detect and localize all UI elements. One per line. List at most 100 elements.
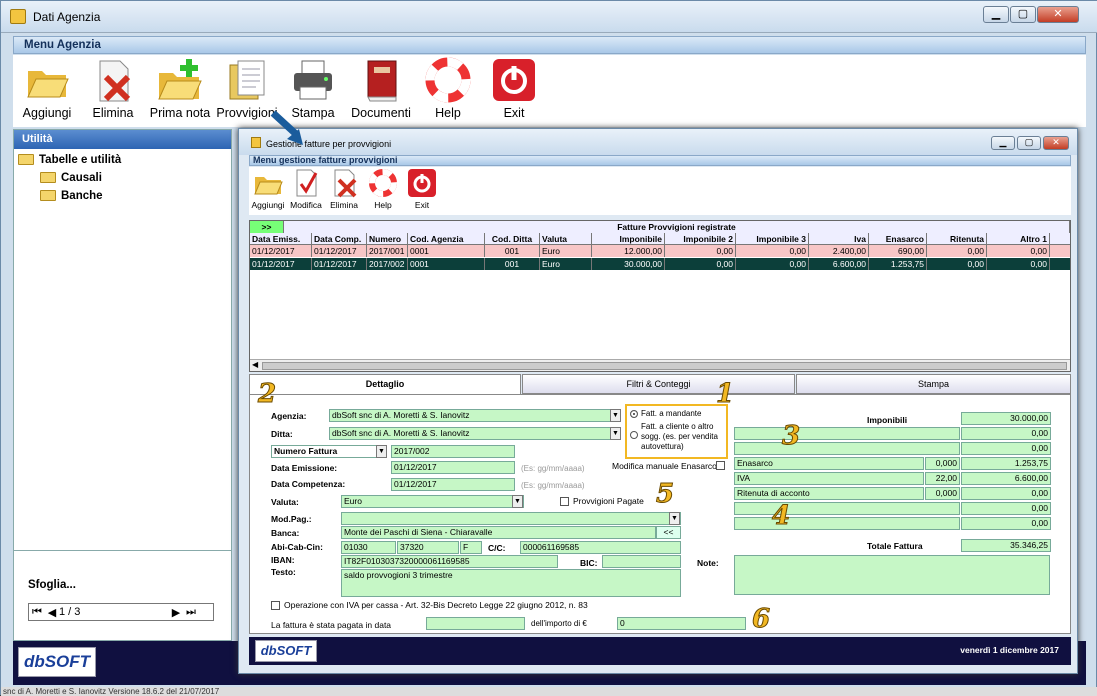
note-area[interactable] <box>734 555 1050 595</box>
cin-field[interactable]: F <box>460 541 482 554</box>
valuta-select[interactable]: Euro <box>341 495 524 508</box>
inner-minimize-button[interactable]: ▁ <box>991 136 1015 150</box>
competenza-label: Data Competenza: <box>271 479 346 489</box>
scroll-left-icon[interactable]: ◀ <box>252 360 258 369</box>
add-folder-icon <box>157 57 203 103</box>
extra-2-value[interactable]: 0,00 <box>961 517 1051 530</box>
table-cell: Euro <box>540 258 592 270</box>
inner-aggiungi-button[interactable]: Aggiungi <box>249 167 287 210</box>
tab-dettaglio[interactable]: Dettaglio <box>249 374 521 394</box>
dbsoft-logo: dbSOFT <box>255 640 317 662</box>
modpag-select[interactable] <box>341 512 681 525</box>
column-header: Cod. Agenzia <box>408 233 485 245</box>
testo-area[interactable]: saldo provvogioni 3 trimestre <box>341 569 681 597</box>
imponibile-3[interactable]: 0,00 <box>961 442 1051 455</box>
power-icon <box>491 57 537 103</box>
bic-field[interactable] <box>602 555 681 568</box>
first-record-button[interactable]: ⏮ <box>29 606 45 619</box>
numero-select[interactable]: Numero Fattura <box>271 445 387 458</box>
pagata-field[interactable] <box>426 617 525 630</box>
tab-filtri[interactable]: Filtri & Conteggi <box>522 374 795 394</box>
open-folder-icon <box>253 168 283 198</box>
agenzia-select[interactable]: dbSoft snc di A. Moretti & S. Ianovitz <box>329 409 621 422</box>
prima-nota-button[interactable]: Prima nota <box>146 55 214 127</box>
extra-2-desc[interactable] <box>734 517 960 530</box>
imponibile-2-desc[interactable] <box>734 427 960 440</box>
chevron-down-icon[interactable]: ▼ <box>512 495 523 508</box>
utilities-header: Utilità <box>14 130 231 149</box>
iva-value[interactable]: 6.600,00 <box>961 472 1051 485</box>
abi-label: Abi-Cab-Cin: <box>271 542 323 552</box>
inner-exit-button[interactable]: Exit <box>403 167 441 210</box>
exit-button[interactable]: Exit <box>480 55 548 127</box>
chevron-down-icon[interactable]: ▼ <box>669 512 680 525</box>
power-icon <box>407 168 437 198</box>
emissione-field[interactable]: 01/12/2017 <box>391 461 515 474</box>
minimize-button[interactable]: ▁ <box>983 6 1009 23</box>
inner-maximize-button[interactable]: ▢ <box>1017 136 1041 150</box>
prev-record-button[interactable]: ◀ <box>45 606 59 619</box>
table-row-selected[interactable]: 01/12/2017 01/12/2017 2017/002 0001 001 Euro 3… <box>250 258 1070 270</box>
last-record-button[interactable]: ⏭ <box>183 606 199 619</box>
scroll-thumb[interactable] <box>262 362 1067 370</box>
chevron-down-icon[interactable]: ▼ <box>610 409 621 422</box>
tree-root[interactable]: Tabelle e utilità <box>18 154 121 166</box>
column-header: Valuta <box>540 233 592 245</box>
browse-panel: Sfoglia... ⏮ ◀ 1 / 3 ▶ ⏭ <box>13 550 232 641</box>
expand-button[interactable]: >> <box>250 221 284 233</box>
main-toolbar: Aggiungi Elimina Prima nota Provvigioni … <box>13 55 1086 127</box>
tree-item-causali[interactable]: Causali <box>40 172 102 184</box>
imponibile-3-desc[interactable] <box>734 442 960 455</box>
inner-elimina-button[interactable]: Elimina <box>325 167 363 210</box>
enasarco-rate[interactable]: 0,000 <box>925 457 960 470</box>
ritenuta-rate[interactable]: 0,000 <box>925 487 960 500</box>
competenza-field[interactable]: 01/12/2017 <box>391 478 515 491</box>
tree-item-banche[interactable]: Banche <box>40 190 103 202</box>
iva-cassa-checkbox[interactable] <box>271 601 280 610</box>
modifica-enasarco-checkbox[interactable] <box>716 461 725 470</box>
abi-field[interactable]: 01030 <box>341 541 396 554</box>
grid-scrollbar[interactable]: ◀ <box>250 359 1070 371</box>
chevron-down-icon[interactable]: ▼ <box>376 445 387 458</box>
ditta-select[interactable]: dbSoft snc di A. Moretti & S. Ianovitz <box>329 427 621 440</box>
iva-rate[interactable]: 22,00 <box>925 472 960 485</box>
open-folder-icon <box>24 57 70 103</box>
detail-tabs: Dettaglio Filtri & Conteggi Stampa <box>249 374 1071 394</box>
table-cell: 0,00 <box>987 258 1050 270</box>
radio-mandante[interactable] <box>630 410 638 418</box>
tab-stampa[interactable]: Stampa <box>796 374 1071 394</box>
table-row[interactable]: 01/12/2017 01/12/2017 2017/001 0001 001 Euro 1… <box>250 245 1070 257</box>
radio-cliente[interactable] <box>630 431 638 439</box>
help-button[interactable]: Help <box>414 55 482 127</box>
cc-field[interactable]: 000061169585 <box>520 541 681 554</box>
table-cell: 0,00 <box>736 245 809 257</box>
extra-1-value[interactable]: 0,00 <box>961 502 1051 515</box>
banca-field[interactable]: Monte dei Paschi di Siena - Chiaravalle <box>341 526 656 539</box>
importo-label: dell'importo di € <box>531 619 587 628</box>
inner-close-button[interactable]: ✕ <box>1043 136 1069 150</box>
close-button[interactable]: ✕ <box>1037 6 1079 23</box>
documenti-button[interactable]: Documenti <box>347 55 415 127</box>
inner-help-button[interactable]: Help <box>364 167 402 210</box>
iban-field[interactable]: IT82F0103037320000061169585 <box>341 555 558 568</box>
enasarco-value[interactable]: 1.253,75 <box>961 457 1051 470</box>
imponibile-2[interactable]: 0,00 <box>961 427 1051 440</box>
elimina-button[interactable]: Elimina <box>79 55 147 127</box>
cab-field[interactable]: 37320 <box>397 541 459 554</box>
aggiungi-button[interactable]: Aggiungi <box>13 55 81 127</box>
chevron-down-icon[interactable]: ▼ <box>610 427 621 440</box>
folder-icon <box>40 172 56 184</box>
maximize-button[interactable]: ▢ <box>1010 6 1036 23</box>
window-title: Dati Agenzia <box>33 10 101 24</box>
next-record-button[interactable]: ▶ <box>169 606 183 619</box>
banca-lookup-button[interactable]: << <box>656 526 681 539</box>
provv-pagate-label: Provvigioni Pagate <box>573 496 644 506</box>
imponibile-1[interactable]: 30.000,00 <box>961 412 1051 425</box>
extra-1-desc[interactable] <box>734 502 960 515</box>
inner-modifica-button[interactable]: Modifica <box>287 167 325 210</box>
numero-field[interactable]: 2017/002 <box>391 445 515 458</box>
provv-pagate-checkbox[interactable] <box>560 497 569 506</box>
importo-field[interactable]: 0 <box>617 617 746 630</box>
ritenuta-value[interactable]: 0,00 <box>961 487 1051 500</box>
totale-value[interactable]: 35.346,25 <box>961 539 1051 552</box>
